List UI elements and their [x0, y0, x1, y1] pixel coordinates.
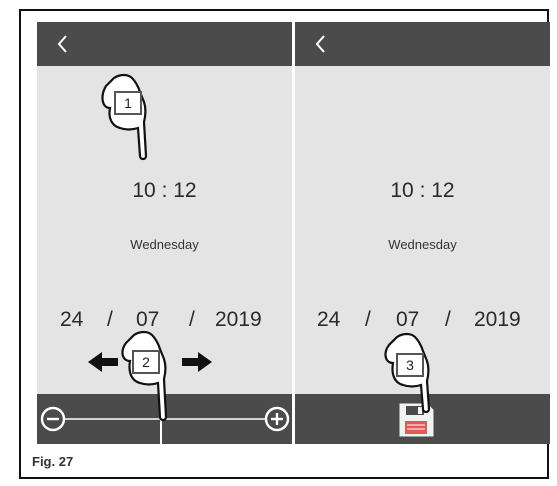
date-separator: / [107, 308, 113, 331]
step-1-label: 1 [114, 91, 142, 115]
step-3-label: 3 [396, 353, 424, 377]
pointing-hand-icon [101, 73, 148, 161]
date-month[interactable]: 07 [136, 308, 159, 332]
top-bar [37, 22, 292, 66]
chevron-left-icon[interactable] [309, 30, 335, 58]
date-month[interactable]: 07 [396, 308, 419, 332]
date-day[interactable]: 24 [317, 308, 340, 332]
weekday-label: Wednesday [388, 237, 457, 252]
weekday-label: Wednesday [130, 237, 199, 252]
step-2-label: 2 [132, 350, 160, 374]
chevron-left-icon[interactable] [51, 30, 77, 58]
date-separator: / [365, 308, 371, 331]
plus-circle-icon[interactable] [264, 406, 290, 432]
time-display[interactable]: 10 : 12 [295, 179, 550, 203]
figure-caption: Fig. 27 [32, 454, 74, 469]
date-separator: / [445, 308, 451, 331]
arrow-left-icon [88, 352, 118, 372]
date-separator: / [189, 308, 195, 331]
pointing-hand-icon [121, 330, 168, 422]
minus-circle-icon[interactable] [40, 406, 66, 432]
date-year[interactable]: 2019 [215, 308, 262, 332]
time-display[interactable]: 10 : 12 [37, 179, 292, 203]
date-year[interactable]: 2019 [474, 308, 521, 332]
date-day[interactable]: 24 [60, 308, 83, 332]
top-bar [295, 22, 550, 66]
